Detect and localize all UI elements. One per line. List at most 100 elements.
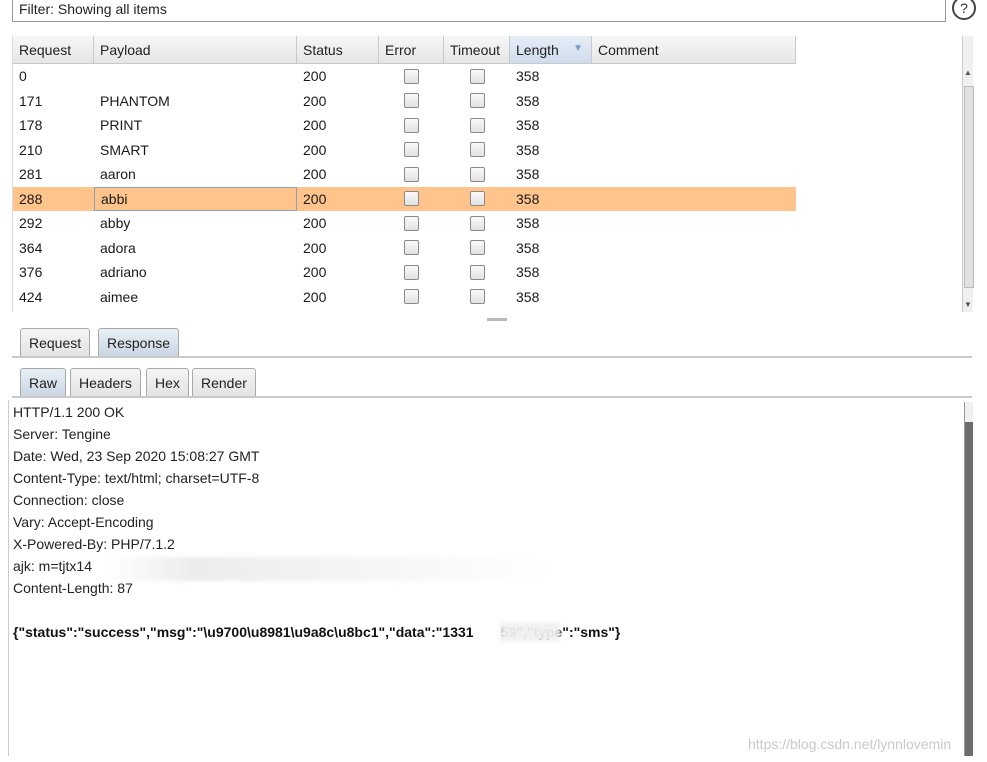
error-cell [379, 113, 444, 138]
timeout-cell [444, 64, 510, 89]
table-row[interactable]: 210 SMART 200 358 [13, 138, 796, 163]
timeout-checkbox [469, 289, 485, 305]
request-cell: 171 [19, 92, 43, 109]
tab-hex[interactable]: Hex [146, 368, 189, 396]
status-cell: 200 [303, 288, 327, 305]
table-row[interactable]: 376 adriano 200 358 [13, 260, 796, 285]
request-cell: 210 [19, 141, 43, 158]
response-line: Server: Tengine [13, 426, 111, 442]
payload-cell: aaron [100, 166, 136, 183]
scrollbar-track-top [965, 402, 973, 422]
table-row[interactable]: 288 abbi 200 358 [13, 186, 796, 212]
table-row[interactable]: 424 aimee 200 358 [13, 285, 796, 310]
request-cell: 292 [19, 215, 43, 232]
timeout-checkbox [469, 240, 485, 256]
table-row[interactable]: 0 200 358 [13, 64, 796, 89]
timeout-cell [444, 236, 510, 261]
request-cell: 178 [19, 117, 43, 134]
table-row[interactable]: 178 PRINT 200 358 [13, 113, 796, 138]
payload-cell: PRINT [100, 117, 142, 134]
watermark: https://blog.csdn.net/lynnlovemin [748, 736, 952, 752]
length-cell: 358 [516, 215, 540, 232]
timeout-checkbox [469, 117, 485, 133]
tab-request[interactable]: Request [20, 328, 91, 356]
sort-descending-icon: ▼ [573, 43, 583, 54]
response-scrollbar[interactable] [964, 402, 973, 756]
timeout-cell [444, 187, 510, 212]
payload-cell: PHANTOM [100, 92, 170, 109]
length-cell: 358 [516, 166, 540, 183]
redaction-blur [105, 557, 550, 581]
error-cell [379, 162, 444, 187]
column-header-payload[interactable]: Payload [94, 36, 297, 64]
scroll-up-icon[interactable]: ▲ [963, 68, 973, 80]
response-line: Date: Wed, 23 Sep 2020 15:08:27 GMT [13, 448, 260, 464]
request-cell: 288 [19, 190, 43, 207]
scroll-down-icon[interactable]: ▼ [963, 300, 973, 312]
column-header-length[interactable]: Length ▼ [510, 36, 592, 64]
timeout-checkbox [469, 68, 485, 84]
table-row[interactable]: 171 PHANTOM 200 358 [13, 89, 796, 114]
filter-bar[interactable]: Filter: Showing all items [12, 0, 946, 22]
error-checkbox [404, 240, 419, 256]
comment-cell [592, 285, 796, 310]
length-cell: 358 [516, 190, 540, 207]
comment-cell [592, 89, 796, 114]
error-checkbox [404, 93, 419, 109]
table-row[interactable]: 281 aaron 200 358 [13, 162, 796, 187]
column-header-error[interactable]: Error [379, 36, 444, 64]
response-body[interactable]: HTTP/1.1 200 OK Server: Tengine Date: We… [8, 400, 967, 756]
help-icon[interactable]: ? [952, 0, 976, 20]
column-header-comment[interactable]: Comment [592, 36, 796, 64]
error-cell [379, 211, 444, 236]
split-pane-handle[interactable] [487, 318, 507, 321]
payload-cell: adriano [100, 264, 147, 281]
timeout-cell [444, 260, 510, 285]
column-header-timeout[interactable]: Timeout [444, 36, 510, 64]
error-cell [379, 285, 444, 310]
error-checkbox [404, 191, 419, 207]
timeout-checkbox [469, 215, 485, 231]
comment-cell [592, 64, 796, 89]
table-body: 0 200 358 171 PHANTOM 200 358 178 PRINT 200 358 210… [13, 64, 796, 309]
table-row[interactable]: 292 abby 200 358 [13, 211, 796, 236]
length-cell: 358 [516, 264, 540, 281]
status-cell: 200 [303, 166, 327, 183]
tab-raw[interactable]: Raw [20, 368, 67, 396]
filter-text: Filter: Showing all items [19, 1, 167, 17]
request-cell: 424 [19, 288, 43, 305]
scrollbar-thumb[interactable] [964, 86, 974, 288]
comment-cell [592, 162, 796, 187]
column-header-status[interactable]: Status [297, 36, 379, 64]
tab-headers[interactable]: Headers [70, 368, 141, 396]
length-cell: 358 [516, 68, 540, 85]
payload-cell: aimee [100, 288, 139, 305]
status-cell: 200 [303, 141, 327, 158]
payload-cell: abbi [94, 186, 297, 211]
response-line: Content-Length: 87 [13, 580, 133, 596]
error-cell [379, 138, 444, 163]
error-checkbox [404, 289, 419, 305]
timeout-cell [444, 211, 510, 236]
timeout-checkbox [469, 142, 485, 158]
length-cell: 358 [516, 288, 540, 305]
tab-render[interactable]: Render [192, 368, 256, 396]
error-checkbox [404, 117, 419, 133]
view-tabs: Raw Headers Hex Render [12, 366, 972, 398]
status-cell: 200 [303, 92, 327, 109]
tab-response[interactable]: Response [98, 328, 180, 356]
column-header-request[interactable]: Request [13, 36, 94, 64]
status-cell: 200 [303, 215, 327, 232]
timeout-checkbox [469, 166, 485, 182]
error-checkbox [404, 142, 419, 158]
payload-cell: abby [100, 215, 131, 232]
status-cell: 200 [303, 239, 327, 256]
comment-cell [592, 187, 796, 212]
error-checkbox [404, 166, 419, 182]
status-cell: 200 [303, 117, 327, 134]
table-row[interactable]: 364 adora 200 358 [13, 236, 796, 261]
response-line: HTTP/1.1 200 OK [13, 404, 125, 420]
table-scrollbar[interactable]: ▲ ▼ [962, 36, 974, 312]
error-cell [379, 260, 444, 285]
length-cell: 358 [516, 141, 540, 158]
